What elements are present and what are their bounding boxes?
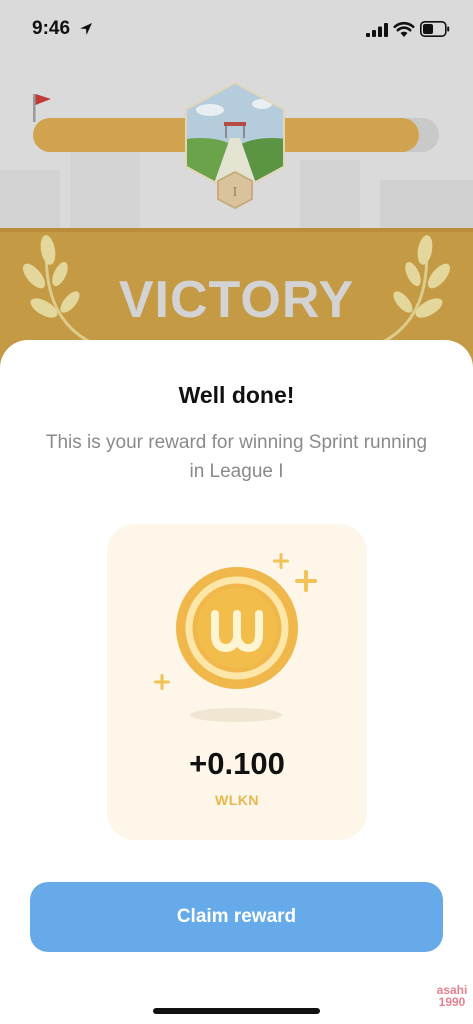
watermark: asahi 1990 (432, 984, 472, 1008)
league-badge-icon: I (185, 82, 285, 210)
watermark-line-2: 1990 (438, 995, 466, 1009)
sheet-title: Well done! (178, 382, 295, 408)
home-indicator[interactable] (153, 1008, 320, 1014)
claim-reward-button[interactable]: Claim reward (30, 882, 443, 952)
coin-shadow (190, 708, 282, 722)
wlkn-coin-icon (176, 567, 298, 689)
sheet-subtitle: This is your reward for winning Sprint r… (45, 432, 428, 482)
cellular-signal-icon (366, 23, 388, 37)
league-badge-numeral: I (233, 185, 238, 200)
battery-icon (420, 21, 450, 37)
victory-label: VICTORY (118, 271, 355, 329)
wifi-icon (393, 21, 415, 37)
status-bar: 9:46 (0, 0, 473, 56)
location-arrow-icon (80, 23, 92, 35)
reward-unit: WLKN (215, 792, 259, 808)
sparkle-icon (154, 674, 170, 690)
flag-icon (33, 94, 51, 122)
reward-amount: +0.100 (189, 746, 285, 781)
status-time: 9:46 (32, 18, 71, 39)
